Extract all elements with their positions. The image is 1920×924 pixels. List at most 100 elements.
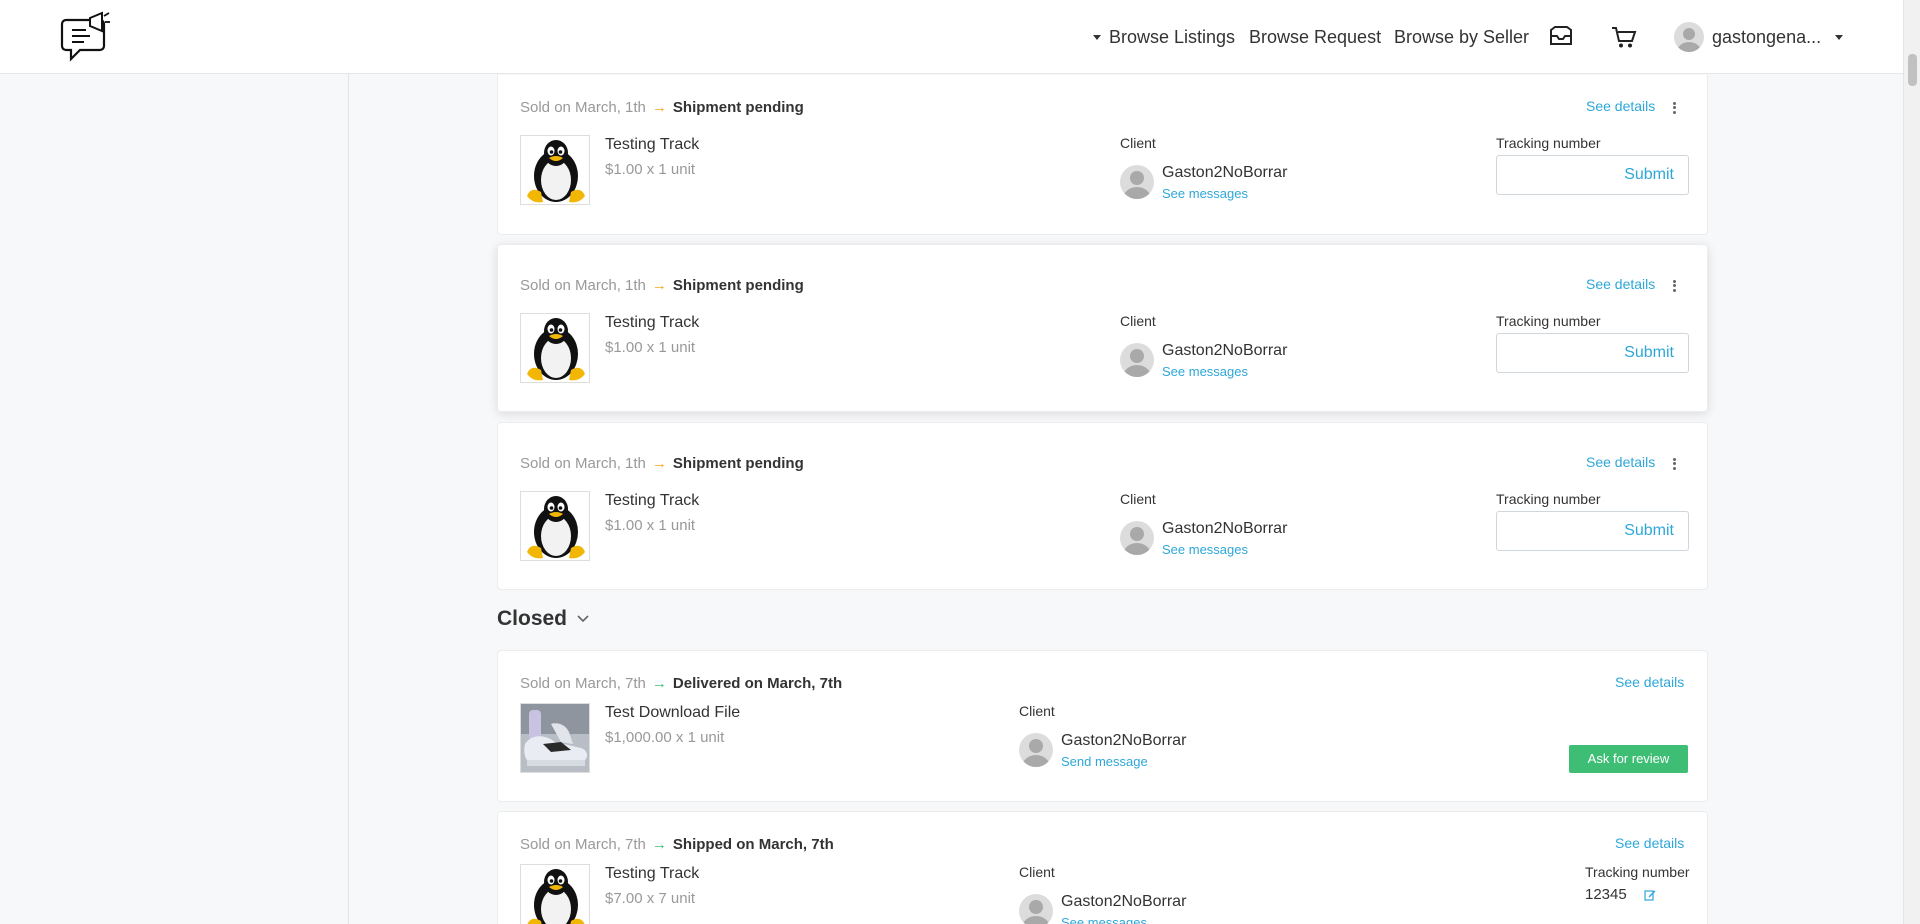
product-thumbnail[interactable] (520, 313, 590, 383)
tracking-number-input[interactable] (1497, 334, 1617, 372)
see-messages-link[interactable]: See messages (1061, 915, 1147, 924)
arrow-right-icon: → (651, 836, 667, 853)
username-label[interactable]: gastongena... (1712, 27, 1821, 48)
order-status: Delivered on March, 7th (672, 675, 843, 692)
see-messages-link[interactable]: See messages (1162, 364, 1248, 379)
product-title[interactable]: Testing Track (605, 314, 699, 332)
closed-section-title: Closed (497, 607, 568, 630)
order-card: Sold on March, 1th → Shipment pending See … (497, 422, 1708, 590)
order-status-line: Sold on March, 1th → Shipment pending (520, 455, 804, 472)
sold-date: Sold on March, 7th (520, 836, 646, 853)
product-thumbnail[interactable] (520, 491, 590, 561)
client-avatar (1019, 894, 1053, 924)
tracking-number-label: Tracking number (1496, 491, 1601, 507)
caret-down-icon[interactable] (1835, 34, 1844, 40)
tracking-number-label: Tracking number (1585, 864, 1690, 880)
client-name: Gaston2NoBorrar (1162, 164, 1288, 181)
product-thumbnail[interactable] (520, 864, 590, 924)
order-card: Sold on March, 1th → Shipment pending See … (497, 75, 1708, 235)
order-status-line: Sold on March, 1th → Shipment pending (520, 99, 804, 116)
see-details-link[interactable]: See details (1615, 835, 1684, 851)
submit-tracking-button[interactable]: Submit (1624, 522, 1674, 540)
see-details-link[interactable]: See details (1586, 276, 1655, 292)
tracking-number-field: Submit (1496, 511, 1689, 551)
submit-tracking-button[interactable]: Submit (1624, 344, 1674, 362)
send-message-link[interactable]: Send message (1061, 754, 1148, 769)
client-name: Gaston2NoBorrar (1162, 520, 1288, 537)
order-status-line: Sold on March, 7th → Delivered on March, 7… (520, 675, 842, 692)
browse-by-seller-link[interactable]: Browse by Seller (1394, 27, 1529, 48)
client-name: Gaston2NoBorrar (1162, 342, 1288, 359)
tracking-number-value: 12345 (1585, 886, 1627, 903)
tracking-number-label: Tracking number (1496, 313, 1601, 329)
product-price: $1.00 x 1 unit (605, 339, 696, 356)
page-scrollbar[interactable] (1903, 0, 1920, 924)
client-name: Gaston2NoBorrar (1061, 893, 1187, 910)
client-avatar (1120, 165, 1154, 199)
arrow-right-icon: → (651, 277, 667, 294)
arrow-right-icon: → (651, 99, 667, 116)
submit-tracking-button[interactable]: Submit (1624, 166, 1674, 184)
tracking-number-field: Submit (1496, 333, 1689, 373)
arrow-right-icon: → (651, 455, 667, 472)
sold-date: Sold on March, 1th (520, 99, 646, 116)
product-price: $1.00 x 1 unit (605, 161, 696, 178)
edit-icon[interactable] (1644, 889, 1656, 901)
logo-icon[interactable] (60, 10, 112, 64)
client-label: Client (1120, 491, 1156, 507)
client-avatar (1019, 733, 1053, 767)
closed-section-toggle[interactable]: Closed (497, 607, 589, 631)
client-avatar (1120, 521, 1154, 555)
client-label: Client (1019, 703, 1055, 719)
order-status-line: Sold on March, 1th → Shipment pending (520, 277, 804, 294)
see-messages-link[interactable]: See messages (1162, 186, 1248, 201)
product-title[interactable]: Testing Track (605, 492, 699, 510)
client-label: Client (1120, 313, 1156, 329)
see-details-link[interactable]: See details (1586, 98, 1655, 114)
product-title[interactable]: Testing Track (605, 865, 699, 883)
caret-down-icon (1093, 34, 1101, 40)
product-price: $1.00 x 1 unit (605, 517, 696, 534)
product-price: $1,000.00 x 1 unit (605, 729, 725, 746)
see-messages-link[interactable]: See messages (1162, 542, 1248, 557)
tracking-number-label: Tracking number (1496, 135, 1601, 151)
scrollbar-thumb[interactable] (1908, 54, 1917, 86)
order-status: Shipment pending (672, 99, 804, 116)
tracking-number-field: Submit (1496, 155, 1689, 195)
order-status: Shipment pending (672, 277, 804, 294)
browse-request-link[interactable]: Browse Request (1249, 27, 1381, 48)
product-title[interactable]: Testing Track (605, 136, 699, 154)
product-title[interactable]: Test Download File (605, 704, 740, 722)
tracking-number-input[interactable] (1497, 156, 1617, 194)
sold-date: Sold on March, 7th (520, 675, 646, 692)
order-card: Sold on March, 1th → Shipment pending See … (497, 244, 1708, 412)
more-options-icon[interactable] (1669, 100, 1679, 116)
avatar (1674, 22, 1704, 52)
product-price: $7.00 x 7 unit (605, 890, 696, 907)
order-status-line: Sold on March, 7th → Shipped on March, 7th (520, 836, 834, 853)
cart-icon[interactable] (1610, 24, 1638, 50)
ask-for-review-button[interactable]: Ask for review (1569, 745, 1688, 773)
sold-date: Sold on March, 1th (520, 455, 646, 472)
left-sidebar (0, 74, 349, 924)
order-card: Sold on March, 7th → Delivered on March, 7… (497, 650, 1708, 802)
browse-listings-link[interactable]: Browse Listings (1109, 27, 1235, 48)
client-name: Gaston2NoBorrar (1061, 732, 1187, 749)
sold-date: Sold on March, 1th (520, 277, 646, 294)
user-menu[interactable]: gastongena... (1674, 0, 1844, 74)
see-details-link[interactable]: See details (1615, 674, 1684, 690)
inbox-icon[interactable] (1547, 24, 1575, 50)
more-options-icon[interactable] (1669, 456, 1679, 472)
order-status: Shipment pending (672, 455, 804, 472)
more-options-icon[interactable] (1669, 278, 1679, 294)
top-header: Browse Listings Browse Request Browse by… (0, 0, 1903, 74)
order-card: Sold on March, 7th → Shipped on March, 7th… (497, 811, 1708, 924)
tracking-number-input[interactable] (1497, 512, 1617, 550)
client-label: Client (1120, 135, 1156, 151)
see-details-link[interactable]: See details (1586, 454, 1655, 470)
client-label: Client (1019, 864, 1055, 880)
product-thumbnail[interactable] (520, 703, 590, 773)
product-thumbnail[interactable] (520, 135, 590, 205)
browse-listings-menu[interactable]: Browse Listings (1093, 0, 1235, 74)
arrow-right-icon: → (651, 675, 667, 692)
